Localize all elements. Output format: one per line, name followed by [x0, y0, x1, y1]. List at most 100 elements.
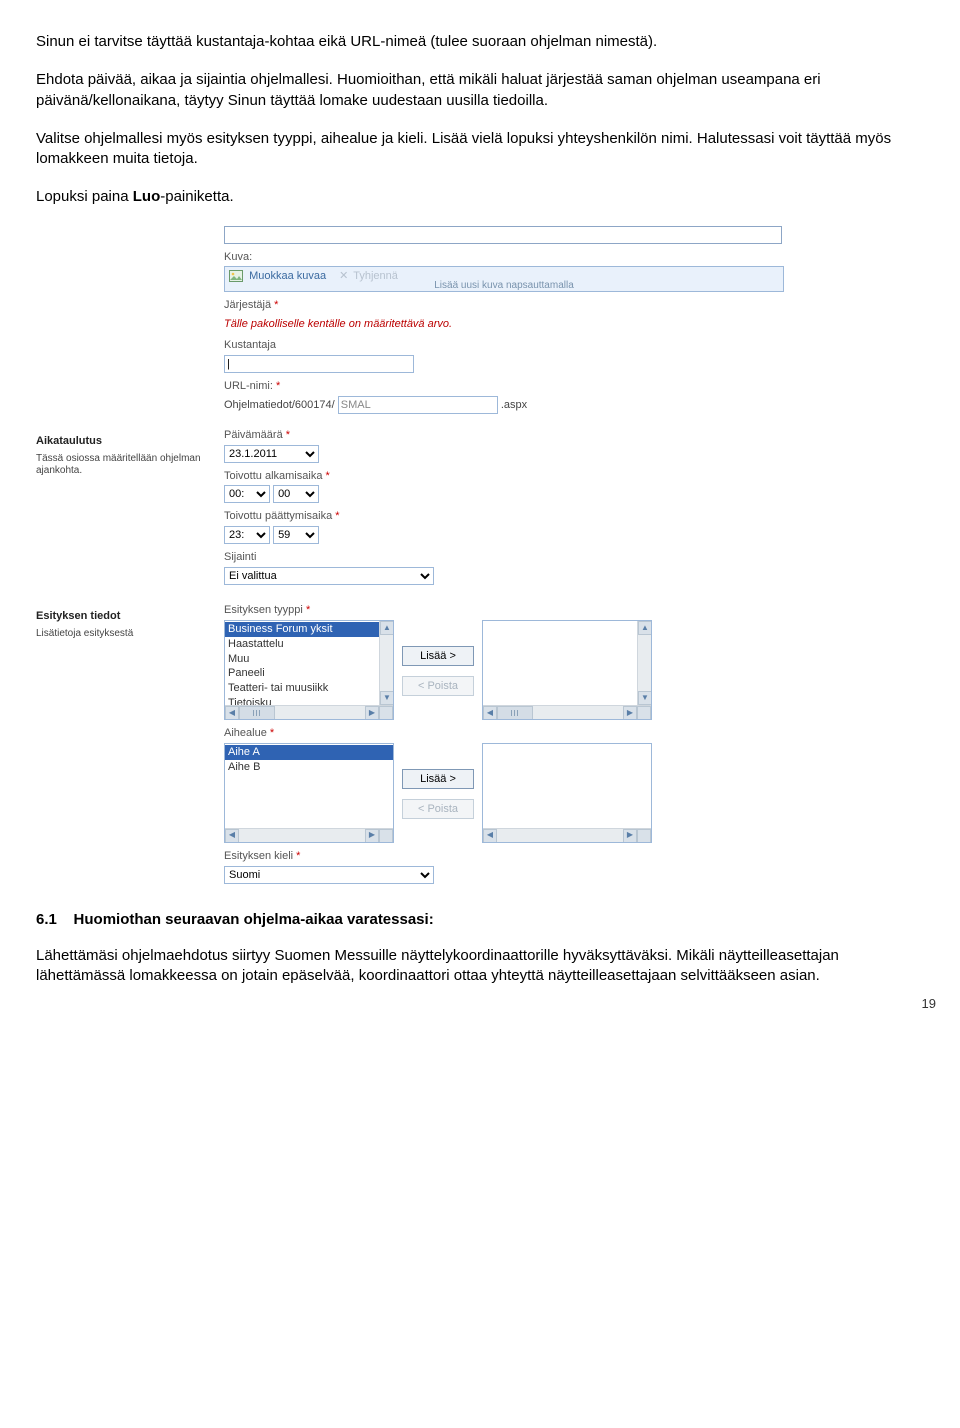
horizontal-scrollbar[interactable]: ◀ ▶: [225, 705, 393, 719]
url-path: Ohjelmatiedot/600174/: [224, 399, 335, 411]
aihealue-source-listbox[interactable]: Aihe A Aihe B ◀ ▶: [224, 743, 394, 843]
alku-hh-select[interactable]: 00:: [224, 485, 270, 503]
p4-pre: Lopuksi paina: [36, 188, 133, 205]
image-picker[interactable]: Muokkaa kuvaa ✕ Tyhjennä Lisää uusi kuva…: [224, 266, 784, 292]
aikataulutus-desc: Tässä osiossa määritellään ohjelman ajan…: [36, 453, 224, 477]
top-input-row: [36, 226, 796, 244]
aikataulutus-heading: Aikataulutus: [36, 434, 224, 449]
kustantaja-input[interactable]: [224, 355, 414, 373]
add-button[interactable]: Lisää >: [402, 769, 474, 789]
paragraph-1: Sinun ei tarvitse täyttää kustantaja-koh…: [36, 32, 924, 52]
pvm-label: Päivämäärä *: [224, 428, 796, 443]
scroll-up-icon[interactable]: ▲: [638, 621, 652, 635]
scroll-up-icon[interactable]: ▲: [380, 621, 394, 635]
tyyppi-label-text: Esityksen tyyppi: [224, 604, 303, 616]
kieli-label: Esityksen kieli *: [224, 849, 796, 864]
scroll-left-icon[interactable]: ◀: [225, 706, 239, 720]
kieli-label-text: Esityksen kieli: [224, 850, 293, 862]
top-text-input[interactable]: [224, 226, 782, 244]
tyyppi-label: Esityksen tyyppi *: [224, 603, 796, 618]
url-label-text: URL-nimi:: [224, 380, 273, 392]
scroll-right-icon[interactable]: ▶: [365, 829, 379, 843]
form-screenshot: Kuva: Muokkaa kuvaa ✕ Tyhjennä Lisää uus…: [36, 226, 796, 884]
image-caption: Lisää uusi kuva napsauttamalla: [225, 279, 783, 293]
add-button[interactable]: Lisää >: [402, 646, 474, 666]
loppu-hh-select[interactable]: 23:: [224, 526, 270, 544]
required-asterisk: *: [326, 470, 330, 482]
horizontal-scrollbar[interactable]: ◀ ▶: [225, 828, 393, 842]
section-title: Huomiothan seuraavan ohjelma-aikaa varat…: [74, 911, 434, 928]
loppu-label-text: Toivottu päättymisaika: [224, 510, 332, 522]
jarjestaja-label-text: Järjestäjä: [224, 299, 271, 311]
required-asterisk: *: [276, 380, 280, 392]
url-input[interactable]: [338, 396, 498, 414]
esitys-section: Esityksen tiedot Lisätietoja esityksestä…: [36, 603, 796, 884]
list-item[interactable]: Paneeli: [225, 666, 393, 681]
scroll-down-icon[interactable]: ▼: [380, 691, 394, 705]
alku-mm-select[interactable]: 00: [273, 485, 319, 503]
paragraph-2: Ehdota päivää, aikaa ja sijaintia ohjelm…: [36, 70, 924, 111]
required-asterisk: *: [270, 727, 274, 739]
horizontal-scrollbar[interactable]: ◀ ▶: [483, 705, 651, 719]
list-item[interactable]: Aihe B: [225, 760, 393, 775]
jarjestaja-label: Järjestäjä *: [224, 298, 796, 313]
required-asterisk: *: [296, 850, 300, 862]
scroll-right-icon[interactable]: ▶: [623, 706, 637, 720]
tyyppi-source-listbox[interactable]: Business Forum yksit Haastattelu Muu Pan…: [224, 620, 394, 720]
remove-button[interactable]: < Poista: [402, 799, 474, 819]
section-number: 6.1: [36, 911, 57, 928]
required-asterisk: *: [274, 299, 278, 311]
required-error: Tälle pakolliselle kentälle on määritett…: [224, 315, 796, 332]
aihealue-target-listbox[interactable]: ◀ ▶: [482, 743, 652, 843]
scroll-grip: [379, 706, 393, 720]
url-label: URL-nimi: *: [224, 379, 796, 394]
paragraph-3: Valitse ohjelmallesi myös esityksen tyyp…: [36, 129, 924, 170]
sijainti-select[interactable]: Ei valittua: [224, 567, 434, 585]
url-suffix: .aspx: [501, 399, 527, 411]
horizontal-scrollbar[interactable]: ◀ ▶: [483, 828, 651, 842]
aihealue-dual-listbox: Aihe A Aihe B ◀ ▶ Lisää > < Poista: [224, 743, 796, 843]
scroll-thumb[interactable]: [239, 706, 275, 720]
scroll-down-icon[interactable]: ▼: [638, 691, 652, 705]
scroll-grip: [637, 829, 651, 843]
tyyppi-dual-listbox: Business Forum yksit Haastattelu Muu Pan…: [224, 620, 796, 720]
p4-post: -painiketta.: [160, 188, 233, 205]
scroll-grip: [379, 829, 393, 843]
list-item[interactable]: Muu: [225, 652, 393, 667]
tyyppi-target-listbox[interactable]: ▲ ▼ ◀ ▶: [482, 620, 652, 720]
loppu-label: Toivottu päättymisaika *: [224, 509, 796, 524]
scroll-right-icon[interactable]: ▶: [365, 706, 379, 720]
aihealue-label-text: Aihealue: [224, 727, 267, 739]
list-item[interactable]: Aihe A: [225, 745, 393, 760]
list-item[interactable]: Haastattelu: [225, 637, 393, 652]
esitys-desc: Lisätietoja esityksestä: [36, 628, 224, 640]
alku-label: Toivottu alkamisaika *: [224, 469, 796, 484]
scroll-left-icon[interactable]: ◀: [483, 706, 497, 720]
list-item[interactable]: Teatteri- tai muusiikk: [225, 681, 393, 696]
url-row: Ohjelmatiedot/600174/ .aspx: [224, 396, 796, 414]
remove-button[interactable]: < Poista: [402, 676, 474, 696]
p4-bold: Luo: [133, 188, 161, 205]
scroll-left-icon[interactable]: ◀: [225, 829, 239, 843]
section-6-1-heading: 6.1 Huomiothan seuraavan ohjelma-aikaa v…: [36, 910, 924, 930]
required-asterisk: *: [306, 604, 310, 616]
scroll-thumb[interactable]: [497, 706, 533, 720]
sijainti-label: Sijainti: [224, 550, 796, 565]
scroll-grip: [637, 706, 651, 720]
pvm-select[interactable]: 23.1.2011: [224, 445, 319, 463]
scroll-left-icon[interactable]: ◀: [483, 829, 497, 843]
scroll-right-icon[interactable]: ▶: [623, 829, 637, 843]
alku-label-text: Toivottu alkamisaika: [224, 470, 322, 482]
page-number: 19: [922, 995, 936, 1013]
paragraph-5: Lähettämäsi ohjelmaehdotus siirtyy Suome…: [36, 946, 924, 987]
kieli-select[interactable]: Suomi: [224, 866, 434, 884]
vertical-scrollbar[interactable]: ▲ ▼: [379, 621, 393, 705]
kuva-label: Kuva:: [224, 250, 796, 265]
vertical-scrollbar[interactable]: ▲ ▼: [637, 621, 651, 705]
aikataulutus-section: Aikataulutus Tässä osiossa määritellään …: [36, 428, 796, 585]
required-asterisk: *: [286, 429, 290, 441]
loppu-mm-select[interactable]: 59: [273, 526, 319, 544]
list-item[interactable]: Business Forum yksit: [225, 622, 393, 637]
paragraph-4: Lopuksi paina Luo-painiketta.: [36, 187, 924, 207]
required-asterisk: *: [335, 510, 339, 522]
